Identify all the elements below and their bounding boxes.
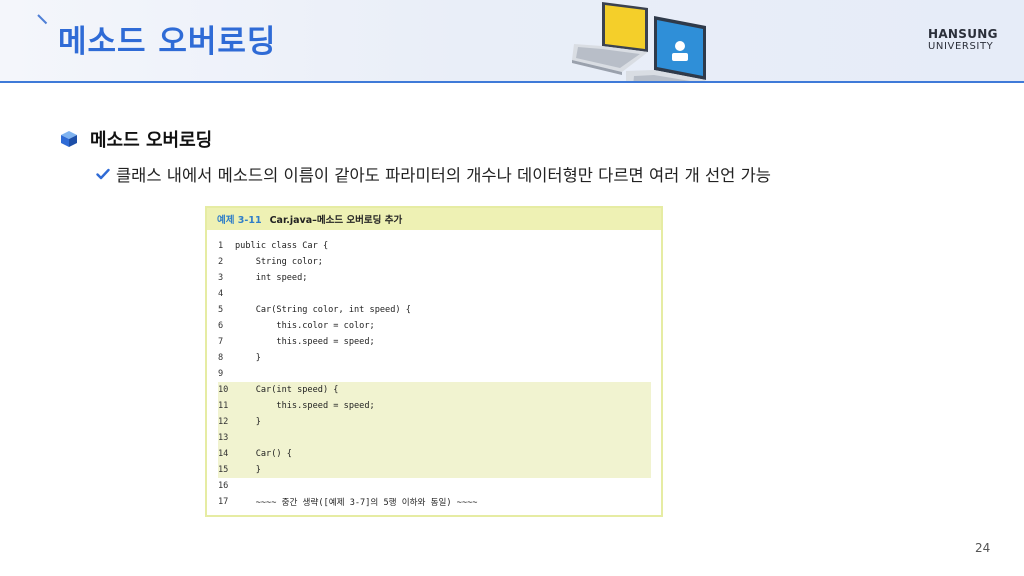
header-rule xyxy=(0,81,1024,83)
bullet-item: 클래스 내에서 메소드의 이름이 같아도 파라미터의 개수나 데이터형만 다르면… xyxy=(96,162,771,186)
code-text: public class Car { xyxy=(235,241,329,251)
line-number: 13 xyxy=(218,433,229,443)
code-line: 1 public class Car { xyxy=(218,238,651,254)
line-number: 11 xyxy=(218,401,229,411)
code-example-box: 예제 3-11 Car.java–메소드 오버로딩 추가 1 public cla… xyxy=(205,206,663,517)
university-logo: HANSUNG UNIVERSITY xyxy=(928,28,998,53)
example-title: Car.java–메소드 오버로딩 추가 xyxy=(269,215,403,226)
line-number: 16 xyxy=(218,481,229,491)
code-text: } xyxy=(235,465,261,475)
code-text: Car() { xyxy=(235,449,292,459)
section-heading: 메소드 오버로딩 xyxy=(60,126,212,152)
code-line: 8 } xyxy=(218,350,651,366)
line-number: 1 xyxy=(218,241,224,251)
laptops-illustration xyxy=(572,2,706,82)
code-listing: 1 public class Car {2 String color; 3 int … xyxy=(218,238,651,510)
line-number: 5 xyxy=(218,305,224,315)
logo-bottom-text: UNIVERSITY xyxy=(928,41,994,52)
code-text: String color; xyxy=(235,257,323,267)
line-number: 6 xyxy=(218,321,224,331)
slide-title: 메소드 오버로딩 xyxy=(58,24,277,60)
code-line: 11 this.speed = speed; xyxy=(218,398,651,414)
cube-bullet-icon xyxy=(61,131,77,147)
code-line: 14 Car() { xyxy=(218,446,651,462)
code-line: 7 this.speed = speed; xyxy=(218,334,651,350)
line-number: 12 xyxy=(218,417,229,427)
line-number: 9 xyxy=(218,369,224,379)
line-number: 14 xyxy=(218,449,229,459)
code-text: Car(int speed) { xyxy=(235,385,339,395)
code-text: ~~~~ 중간 생략([예제 3-7]의 5행 이하와 동일) ~~~~ xyxy=(235,498,478,508)
line-number: 2 xyxy=(218,257,224,267)
code-line: 4 xyxy=(218,286,651,302)
line-number: 8 xyxy=(218,353,224,363)
code-text: this.speed = speed; xyxy=(235,337,375,347)
line-number: 3 xyxy=(218,273,224,283)
line-number: 17 xyxy=(218,497,229,507)
slide-header: 메소드 오버로딩 HANSUNG UNIVERSITY xyxy=(0,0,1024,82)
line-number: 10 xyxy=(218,385,229,395)
line-number: 15 xyxy=(218,465,229,475)
code-text: this.speed = speed; xyxy=(235,401,375,411)
code-text: Car(String color, int speed) { xyxy=(235,305,411,315)
logo-top-text: HANSUNG xyxy=(928,27,998,41)
code-line: 10 Car(int speed) { xyxy=(218,382,651,398)
line-number: 4 xyxy=(218,289,224,299)
code-line: 9 xyxy=(218,366,651,382)
code-line: 2 String color; xyxy=(218,254,651,270)
bullet-text: 클래스 내에서 메소드의 이름이 같아도 파라미터의 개수나 데이터형만 다르면… xyxy=(116,166,771,185)
code-line: 3 int speed; xyxy=(218,270,651,286)
code-line: 12 } xyxy=(218,414,651,430)
slash-accent-icon xyxy=(37,14,48,25)
code-line: 6 this.color = color; xyxy=(218,318,651,334)
code-text: this.color = color; xyxy=(235,321,375,331)
code-text: } xyxy=(235,353,261,363)
code-example-header: 예제 3-11 Car.java–메소드 오버로딩 추가 xyxy=(207,208,661,230)
code-line: 15 } xyxy=(218,462,651,478)
code-line: 17 ~~~~ 중간 생략([예제 3-7]의 5행 이하와 동일) ~~~~ xyxy=(218,494,651,510)
section-title: 메소드 오버로딩 xyxy=(90,130,213,151)
code-line: 13 xyxy=(218,430,651,446)
example-label: 예제 3-11 xyxy=(217,215,262,226)
code-line: 16 xyxy=(218,478,651,494)
line-number: 7 xyxy=(218,337,224,347)
code-text: } xyxy=(235,417,261,427)
checkmark-icon xyxy=(96,168,110,180)
code-text: int speed; xyxy=(235,273,308,283)
code-line: 5 Car(String color, int speed) { xyxy=(218,302,651,318)
page-number: 24 xyxy=(975,541,991,555)
